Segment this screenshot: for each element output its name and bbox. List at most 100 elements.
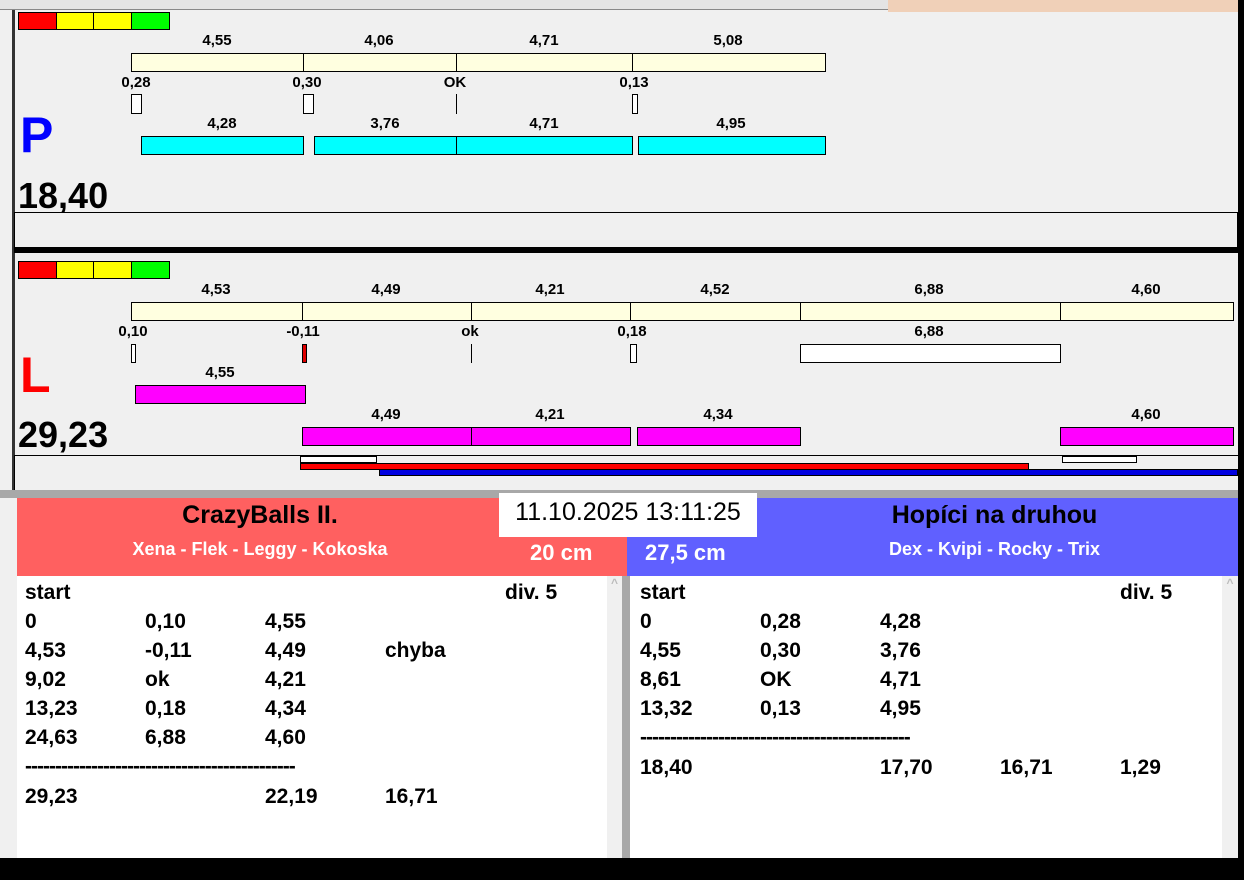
log-cell: 0 bbox=[640, 610, 652, 633]
bar-label: 4,21 bbox=[535, 281, 565, 298]
log-cell: chyba bbox=[385, 639, 446, 662]
side-letter-p: P bbox=[20, 107, 54, 163]
progress-marker bbox=[300, 456, 377, 463]
log-left-scrollbar[interactable]: ^ bbox=[607, 576, 622, 858]
bar-label: 4,95 bbox=[716, 115, 746, 132]
log-right-total: 18,40 bbox=[640, 756, 693, 779]
bar-label: 4,71 bbox=[529, 32, 559, 49]
segment-bar bbox=[302, 302, 472, 321]
log-cell: 4,55 bbox=[640, 639, 681, 662]
log-cell: OK bbox=[760, 668, 792, 691]
bar-label: 4,52 bbox=[700, 281, 730, 298]
bar-label: 4,21 bbox=[535, 406, 565, 423]
team-right-name: Hopíci na druhou bbox=[891, 501, 1098, 529]
log-left-total: 22,19 bbox=[265, 785, 318, 808]
bar-label: 4,60 bbox=[1131, 406, 1161, 423]
log-right[interactable] bbox=[630, 576, 1222, 858]
deviation-label: 6,88 bbox=[914, 323, 944, 340]
log-cell: 0,10 bbox=[145, 610, 186, 633]
team-left-name: CrazyBalls II. bbox=[182, 501, 338, 529]
legend-yellow bbox=[93, 12, 132, 30]
log-cell: 4,49 bbox=[265, 639, 306, 662]
deviation-label: 0,13 bbox=[619, 74, 649, 91]
segment-bar bbox=[131, 302, 303, 321]
log-cell: 6,88 bbox=[145, 726, 186, 749]
bottom-bar bbox=[0, 858, 1244, 880]
deviation-marker bbox=[303, 94, 314, 114]
total-p: 18,40 bbox=[18, 175, 109, 216]
throw-bar bbox=[1060, 427, 1234, 446]
log-cell: 4,21 bbox=[265, 668, 306, 691]
bar-label: 4,55 bbox=[202, 32, 232, 49]
log-right-total: 1,29 bbox=[1120, 756, 1161, 779]
total-l: 29,23 bbox=[18, 414, 109, 455]
legend-green bbox=[131, 261, 170, 279]
log-cell: 4,71 bbox=[880, 668, 921, 691]
segment-bar bbox=[632, 53, 826, 72]
log-cell: 0,28 bbox=[760, 610, 801, 633]
log-left-separator: ----------------------------------------… bbox=[25, 755, 296, 778]
deviation-label: 0,10 bbox=[118, 323, 148, 340]
segment-bar bbox=[1060, 302, 1234, 321]
bar-label: 4,06 bbox=[364, 32, 394, 49]
side-letter-l: L bbox=[20, 347, 51, 403]
deviation-marker bbox=[131, 94, 142, 114]
deviation-label: 0,30 bbox=[292, 74, 322, 91]
throw-bar bbox=[314, 136, 457, 155]
log-cell: 24,63 bbox=[25, 726, 78, 749]
bar-label: 4,28 bbox=[207, 115, 237, 132]
deviation-marker bbox=[630, 344, 637, 363]
throw-bar bbox=[456, 136, 633, 155]
log-left[interactable] bbox=[17, 576, 607, 858]
bar-label: 4,71 bbox=[529, 115, 559, 132]
log-cell: 4,95 bbox=[880, 697, 921, 720]
log-left-div: div. 5 bbox=[505, 581, 558, 604]
bar-label: 6,88 bbox=[914, 281, 944, 298]
deviation-label: 0,28 bbox=[121, 74, 151, 91]
datetime: 11.10.2025 13:11:25 bbox=[499, 493, 757, 537]
log-right-div: div. 5 bbox=[1120, 581, 1173, 604]
deviation-marker-error bbox=[302, 344, 307, 363]
segment-bar bbox=[471, 302, 631, 321]
log-cell: 0,18 bbox=[145, 697, 186, 720]
bar-label: 4,49 bbox=[371, 281, 401, 298]
team-right-distance: 27,5 cm bbox=[645, 540, 726, 565]
log-right-start: start bbox=[640, 581, 686, 604]
deviation-marker bbox=[456, 94, 457, 114]
bar-label: 3,76 bbox=[370, 115, 400, 132]
log-cell: 13,32 bbox=[640, 697, 693, 720]
log-cell: 3,76 bbox=[880, 639, 921, 662]
progress-box-p bbox=[14, 212, 1238, 248]
legend-red bbox=[18, 261, 57, 279]
deviation-marker bbox=[131, 344, 136, 363]
deviation-label: -0,11 bbox=[286, 323, 320, 340]
log-cell: ok bbox=[145, 668, 170, 691]
throw-bar bbox=[638, 136, 826, 155]
bar-label: 4,53 bbox=[201, 281, 231, 298]
top-right-panel bbox=[888, 0, 1238, 12]
deviation-label: OK bbox=[443, 74, 467, 91]
log-right-scrollbar[interactable]: ^ bbox=[1222, 576, 1238, 858]
bar-label: 4,60 bbox=[1131, 281, 1161, 298]
deviation-label: 0,18 bbox=[617, 323, 647, 340]
log-left-total: 16,71 bbox=[385, 785, 438, 808]
bar-label: 5,08 bbox=[713, 32, 743, 49]
log-cell: 9,02 bbox=[25, 668, 66, 691]
bar-label: 4,34 bbox=[703, 406, 733, 423]
segment-bar bbox=[800, 302, 1061, 321]
deviation-label: ok bbox=[461, 323, 479, 340]
log-right-total: 17,70 bbox=[880, 756, 933, 779]
throw-bar bbox=[135, 385, 306, 404]
log-cell: 0 bbox=[25, 610, 37, 633]
bar-label: 4,49 bbox=[371, 406, 401, 423]
team-left-distance: 20 cm bbox=[530, 540, 593, 565]
log-cell: 0,13 bbox=[760, 697, 801, 720]
top-tab-strip bbox=[0, 0, 888, 10]
legend-yellow bbox=[93, 261, 132, 279]
segment-bar bbox=[630, 302, 801, 321]
legend-yellow bbox=[56, 12, 94, 30]
log-left-start: start bbox=[25, 581, 71, 604]
right-edge bbox=[1238, 0, 1244, 880]
deviation-marker bbox=[471, 344, 472, 363]
log-cell: 4,53 bbox=[25, 639, 66, 662]
